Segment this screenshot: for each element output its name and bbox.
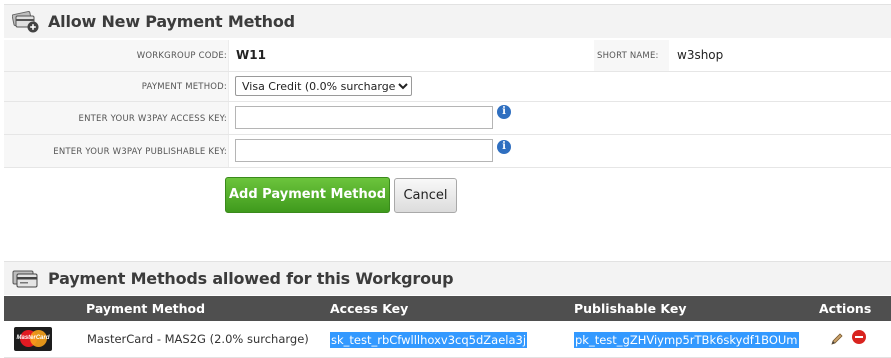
column-header-access-key[interactable]: Access Key <box>330 301 408 316</box>
column-header-publishable-key[interactable]: Publishable Key <box>574 301 687 316</box>
publishable-key-row: ENTER YOUR W3PAY PUBLISHABLE KEY: i <box>4 135 891 168</box>
workgroup-code-label: WORKGROUP CODE: <box>136 51 227 61</box>
info-icon[interactable]: i <box>497 105 511 119</box>
payment-method-select[interactable]: Visa Credit (0.0% surcharge) <box>235 76 412 96</box>
cards-add-icon <box>11 10 40 33</box>
access-key-row: ENTER YOUR W3PAY ACCESS KEY: i <box>4 102 891 135</box>
workgroup-code-value: W11 <box>236 48 266 62</box>
allowed-payment-methods-header: Payment Methods allowed for this Workgro… <box>4 261 891 295</box>
access-key-label: ENTER YOUR W3PAY ACCESS KEY: <box>78 114 227 124</box>
info-icon[interactable]: i <box>497 140 511 154</box>
allow-payment-method-title: Allow New Payment Method <box>48 12 295 31</box>
column-header-actions: Actions <box>819 301 872 316</box>
payment-method-label: PAYMENT METHOD: <box>141 82 227 92</box>
column-header-payment-method[interactable]: Payment Method <box>86 301 205 316</box>
pencil-edit-icon[interactable] <box>830 331 844 345</box>
mastercard-logo: MasterCard <box>14 327 52 351</box>
publishable-key-cell[interactable]: pk_test_gZHViymp5rTBk6skydf1BOUm <box>574 332 799 348</box>
allowed-payment-methods-title: Payment Methods allowed for this Workgro… <box>48 269 454 288</box>
payment-methods-table-header: Payment Method Access Key Publishable Ke… <box>4 296 891 321</box>
workgroup-row: WORKGROUP CODE: W11 SHORT NAME: w3shop <box>4 40 891 72</box>
mastercard-logo-text: MasterCard <box>16 335 50 341</box>
cancel-button[interactable]: Cancel <box>394 178 457 213</box>
publishable-key-label: ENTER YOUR W3PAY PUBLISHABLE KEY: <box>53 147 227 157</box>
publishable-key-input[interactable] <box>235 139 493 162</box>
payment-method-row: PAYMENT METHOD: Visa Credit (0.0% surcha… <box>4 72 891 102</box>
allow-payment-method-header: Allow New Payment Method <box>4 4 891 38</box>
remove-icon[interactable] <box>852 330 866 344</box>
card-icon <box>12 268 40 290</box>
short-name-value: w3shop <box>677 48 724 62</box>
access-key-cell[interactable]: sk_test_rbCfwlllhoxv3cq5dZaela3j <box>330 332 528 348</box>
short-name-label: SHORT NAME: <box>597 51 659 61</box>
payment-method-cell: MasterCard - MAS2G (2.0% surcharge) <box>87 332 309 346</box>
add-payment-method-button[interactable]: Add Payment Method <box>225 177 390 213</box>
table-row: MasterCard MasterCard - MAS2G (2.0% surc… <box>4 322 891 358</box>
access-key-input[interactable] <box>235 106 493 129</box>
